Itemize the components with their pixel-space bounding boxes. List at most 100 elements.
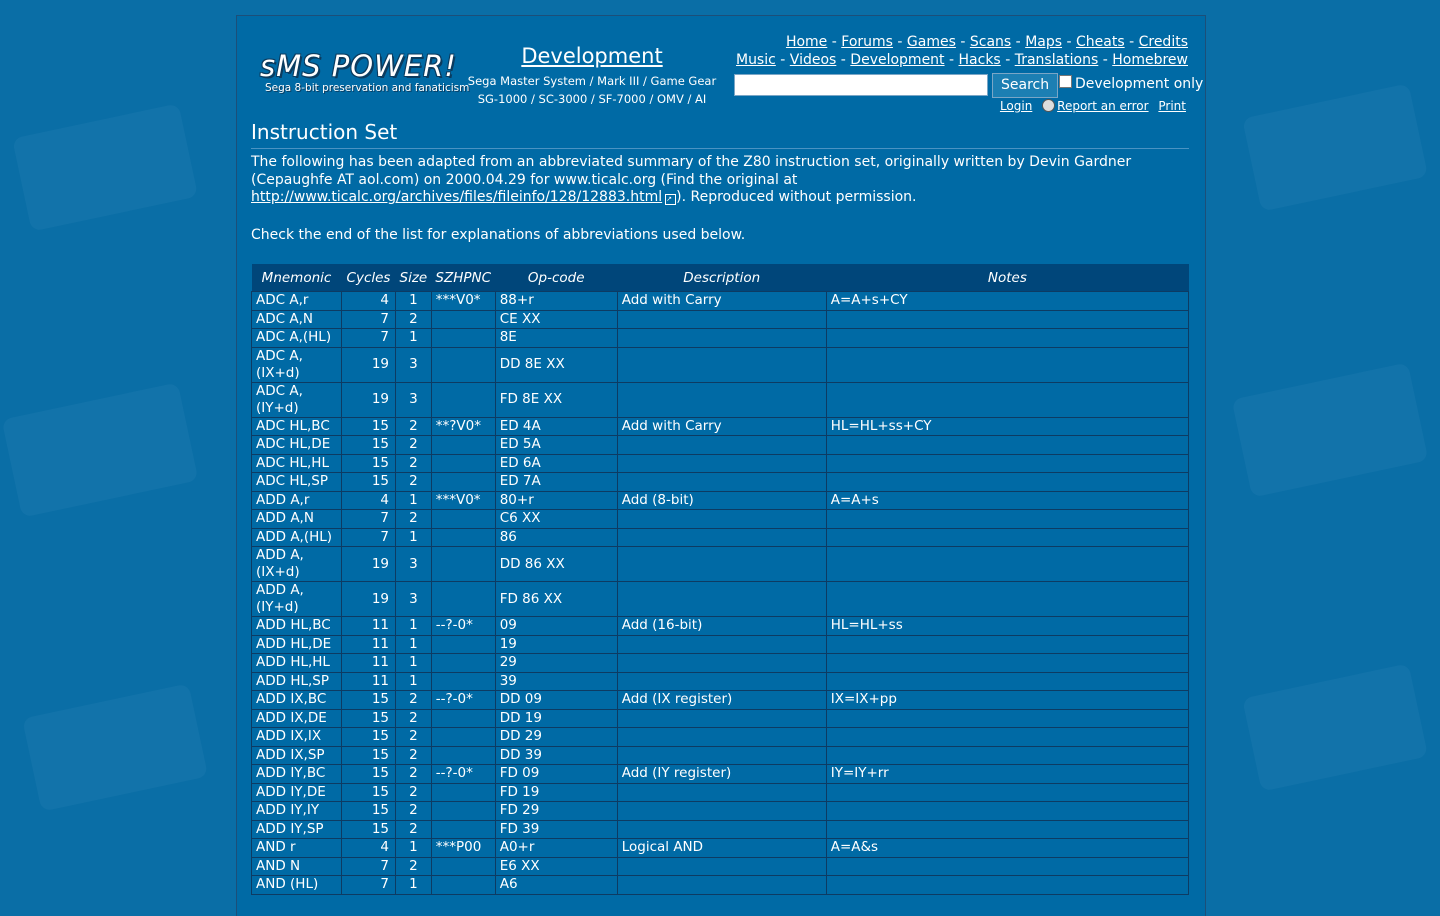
cell-notes [825, 801, 1190, 821]
cell-flags [430, 819, 496, 839]
cell-flags [430, 875, 496, 895]
nav-link-cheats[interactable]: Cheats [1076, 34, 1125, 50]
cell-notes [825, 328, 1190, 348]
nav-link-development[interactable]: Development [850, 52, 944, 68]
cell-cycles: 15 [341, 782, 396, 802]
print-link[interactable]: Print [1158, 99, 1186, 113]
table-row: AND N 7 2 E6 XX [251, 856, 1190, 876]
cell-mnemonic: ADD IX,DE [251, 708, 342, 728]
nav-link-hacks[interactable]: Hacks [959, 52, 1001, 68]
cell-mnemonic: ADC HL,BC [251, 416, 342, 436]
cell-flags [430, 745, 496, 765]
cell-opcode: 8E [494, 328, 618, 348]
cell-flags: ***V0* [430, 291, 496, 311]
cell-cycles: 7 [341, 509, 396, 529]
cell-cycles: 15 [341, 819, 396, 839]
cell-description: Add (IX register) [616, 690, 827, 710]
cell-notes [825, 435, 1190, 455]
cell-size: 2 [395, 435, 432, 455]
nav-row-2: Music - Videos - Development - Hacks - T… [735, 52, 1188, 68]
table-row: ADD A, (IY+d) 19 3 FD 86 XX [251, 581, 1190, 617]
column-header-mnemonic: Mnemonic [251, 264, 342, 292]
nav-link-games[interactable]: Games [907, 34, 956, 50]
nav-link-music[interactable]: Music [736, 52, 776, 68]
table-row: ADD IY,IY 15 2 FD 29 [251, 801, 1190, 821]
cell-description [616, 745, 827, 765]
nav-link-videos[interactable]: Videos [790, 52, 837, 68]
development-only-label: Development only [1075, 76, 1204, 92]
cell-flags [430, 435, 496, 455]
cell-flags [430, 708, 496, 728]
nav-link-forums[interactable]: Forums [841, 34, 893, 50]
cell-description [616, 801, 827, 821]
cell-notes [825, 875, 1190, 895]
cell-notes: IY=IY+rr [825, 764, 1190, 784]
cell-flags: **?V0* [430, 416, 496, 436]
abbreviations-note: Check the end of the list for explanatio… [251, 227, 746, 243]
site-logo[interactable]: sMS POWER! Sega 8-bit preservation and f… [258, 49, 469, 109]
cell-opcode: ED 4A [494, 416, 618, 436]
search-input[interactable] [734, 74, 988, 96]
cell-description [616, 671, 827, 691]
cell-description [616, 856, 827, 876]
cell-opcode: CE XX [494, 309, 618, 329]
table-row: ADD HL,BC 11 1 --?-0* 09 Add (16-bit) HL=HL+ss [251, 616, 1190, 636]
table-row: ADC HL,BC 15 2 **?V0* ED 4A Add with Carry HL=… [251, 416, 1190, 436]
intro-text-after: ). Reproduced without permission. [676, 189, 917, 205]
cell-mnemonic: ADD A, (IY+d) [251, 581, 342, 617]
development-only-checkbox[interactable] [1059, 75, 1072, 88]
cell-description [616, 435, 827, 455]
cell-description [616, 527, 827, 547]
cell-opcode: 39 [494, 671, 618, 691]
cell-flags [430, 509, 496, 529]
cell-cycles: 19 [341, 546, 396, 582]
nav-link-credits[interactable]: Credits [1139, 34, 1188, 50]
cell-mnemonic: AND N [251, 856, 342, 876]
external-link-icon: ↗ [665, 194, 677, 205]
login-link[interactable]: Login [1000, 99, 1032, 113]
cell-flags [430, 801, 496, 821]
cell-flags [430, 328, 496, 348]
cell-size: 1 [395, 490, 432, 510]
cell-notes [825, 472, 1190, 492]
cell-flags: --?-0* [430, 764, 496, 784]
cell-description: Add (IY register) [616, 764, 827, 784]
cell-size: 2 [395, 309, 432, 329]
nav-link-homebrew[interactable]: Homebrew [1112, 52, 1188, 68]
cell-size: 1 [395, 634, 432, 654]
cell-notes [825, 819, 1190, 839]
report-error-link[interactable]: Report an error [1057, 99, 1148, 113]
table-row: ADC A, (IX+d) 19 3 DD 8E XX [251, 346, 1190, 383]
nav-link-translations[interactable]: Translations [1015, 52, 1099, 68]
ticalc-link[interactable]: http://www.ticalc.org/archives/files/fil… [251, 189, 662, 205]
nav-link-maps[interactable]: Maps [1025, 34, 1062, 50]
cell-opcode: 80+r [494, 490, 618, 510]
nav-link-scans[interactable]: Scans [970, 34, 1011, 50]
search-button[interactable]: Search [992, 73, 1059, 98]
cell-cycles: 4 [341, 838, 396, 858]
column-header-notes: Notes [826, 264, 1189, 292]
section-title-link[interactable]: Development [467, 44, 717, 68]
cell-mnemonic: ADC HL,HL [251, 453, 342, 473]
cell-opcode: FD 8E XX [494, 381, 618, 418]
cell-notes [825, 546, 1190, 582]
cell-cycles: 11 [341, 653, 396, 673]
table-row: ADD HL,DE 11 1 19 [251, 634, 1190, 654]
cell-size: 1 [395, 653, 432, 673]
page-container: sMS POWER! Sega 8-bit preservation and f… [236, 15, 1206, 916]
instruction-table: Mnemonic Cycles Size SZHPNC Op-code Desc… [251, 264, 1190, 895]
cell-cycles: 7 [341, 856, 396, 876]
cell-notes: HL=HL+ss [825, 616, 1190, 636]
cell-cycles: 15 [341, 745, 396, 765]
cell-mnemonic: ADC A,r [251, 291, 342, 311]
cell-mnemonic: ADD HL,HL [251, 653, 342, 673]
cell-flags [430, 581, 496, 617]
cell-flags: ***V0* [430, 490, 496, 510]
nav-link-home[interactable]: Home [786, 34, 827, 50]
cell-cycles: 15 [341, 690, 396, 710]
search-bar: Search Development only [734, 73, 1203, 99]
table-row: ADC HL,SP 15 2 ED 7A [251, 472, 1190, 492]
cell-size: 2 [395, 819, 432, 839]
cell-mnemonic: ADD IY,IY [251, 801, 342, 821]
cell-cycles: 7 [341, 328, 396, 348]
